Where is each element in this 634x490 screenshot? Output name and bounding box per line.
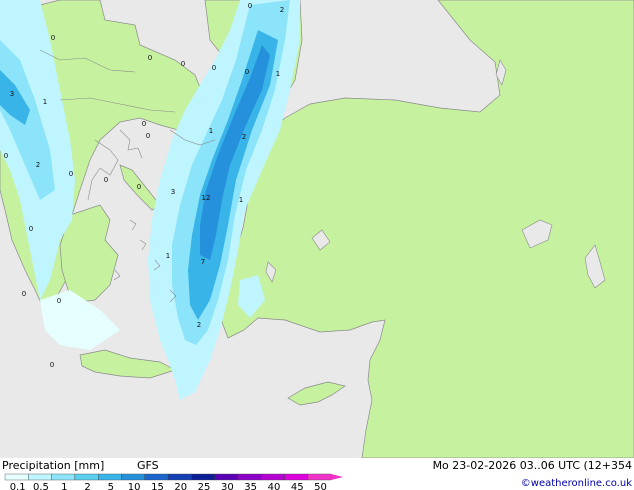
map-value: 0: [50, 361, 54, 369]
legend-swatch: [28, 473, 52, 481]
map-value: 2: [197, 321, 201, 329]
legend-tick-label: 2: [84, 482, 90, 490]
legend-tick-label: 45: [291, 482, 304, 490]
map-value: 0: [146, 132, 150, 140]
legend-swatch: [261, 473, 285, 481]
map-value: 3: [10, 90, 14, 98]
legend-model: GFS: [137, 459, 159, 472]
legend-tick-label: 1: [61, 482, 67, 490]
legend-swatch: [214, 473, 239, 481]
map-value: 0: [104, 176, 108, 184]
map-value: 2: [242, 133, 246, 141]
map-value: 7: [201, 258, 205, 266]
legend-swatch: [144, 473, 169, 481]
map-value: 0: [148, 54, 152, 62]
map-value: 0: [137, 183, 141, 191]
map-value: 1: [166, 252, 170, 260]
legend-swatch: [4, 473, 29, 481]
legend-tick-label: 25: [198, 482, 211, 490]
map-value: 0: [142, 120, 146, 128]
map-value: 0: [181, 60, 185, 68]
legend-tick-label: 35: [244, 482, 257, 490]
legend-tick-label: 20: [174, 482, 187, 490]
map-value: 12: [202, 194, 211, 202]
map-value: 1: [43, 98, 47, 106]
map-value: 1: [209, 127, 213, 135]
map-value: 0: [22, 290, 26, 298]
legend-swatch: [74, 473, 99, 481]
legend-tick-label: 50: [314, 482, 327, 490]
legend-title: Precipitation [mm]: [2, 459, 104, 472]
map-value: 0: [69, 170, 73, 178]
legend-tick-label: 40: [268, 482, 281, 490]
map-value: 0: [29, 225, 33, 233]
legend-swatch: [97, 473, 122, 481]
map-value: 0: [248, 2, 252, 10]
map-value: 0: [212, 64, 216, 72]
map-value: 2: [36, 161, 40, 169]
map-value: 0: [4, 152, 8, 160]
legend-tick-label: 15: [151, 482, 164, 490]
legend-swatch: [307, 473, 332, 481]
legend-tick-label: 0.1: [10, 482, 26, 490]
legend-swatch: [51, 473, 76, 481]
weather-map: 0 2 0 0 0 0 0 1 3 1 0 1 2 0 2 0 0 0 0 3 …: [0, 0, 634, 490]
legend-swatch: [191, 473, 215, 481]
legend: Precipitation [mm] GFS Mo 23-02-2026 03.…: [0, 458, 634, 490]
legend-swatch: [121, 473, 145, 481]
credit-text: ©weatheronline.co.uk: [521, 478, 632, 489]
legend-datetime: Mo 23-02-2026 03..06 UTC (12+354: [433, 459, 632, 472]
legend-swatch: [237, 473, 262, 481]
map-value: 1: [276, 70, 280, 78]
legend-tick-label: 30: [221, 482, 234, 490]
legend-tick-label: 5: [108, 482, 114, 490]
map-canvas: 0 2 0 0 0 0 0 1 3 1 0 1 2 0 2 0 0 0 0 3 …: [0, 0, 634, 490]
legend-tick-label: 10: [128, 482, 141, 490]
map-value: 3: [171, 188, 175, 196]
map-value: 2: [280, 6, 284, 14]
legend-swatch: [167, 473, 192, 481]
map-value: 1: [239, 196, 243, 204]
legend-colorbar: [4, 473, 344, 481]
map-value: 0: [57, 297, 61, 305]
map-value: 0: [51, 34, 55, 42]
legend-tick-label: 0.5: [33, 482, 49, 490]
map-value: 0: [245, 68, 249, 76]
legend-swatch: [284, 473, 309, 481]
